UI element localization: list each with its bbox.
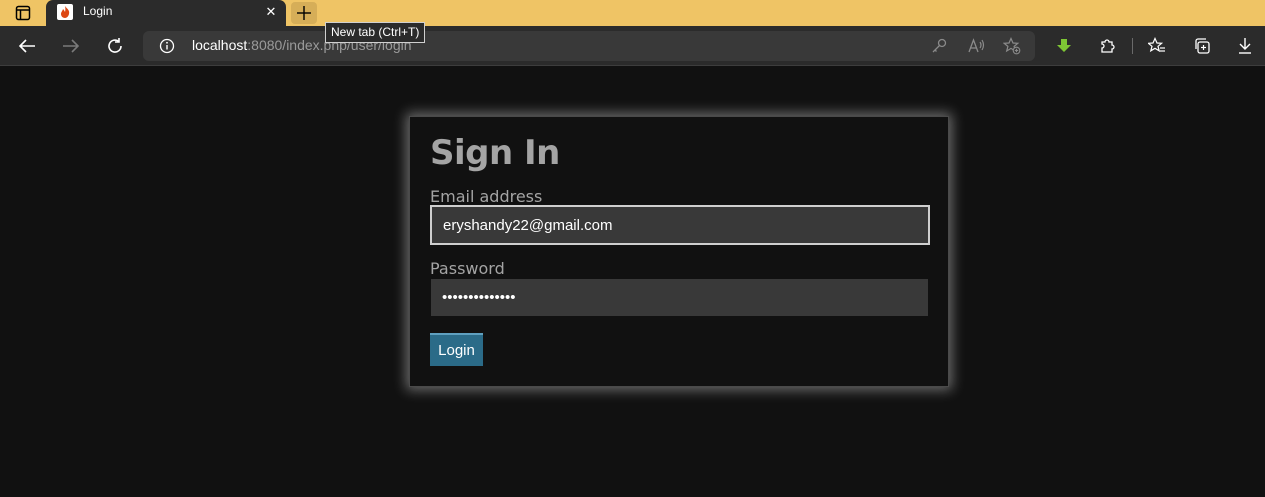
refresh-icon <box>108 38 122 53</box>
favorites-icon <box>1148 37 1165 53</box>
favorites-button[interactable] <box>1145 34 1169 58</box>
key-icon[interactable] <box>929 36 949 56</box>
refresh-button[interactable] <box>103 34 127 58</box>
download-arrow-icon <box>1057 39 1071 52</box>
star-plus-icon[interactable] <box>1002 36 1022 56</box>
new-tab-button[interactable] <box>291 2 317 24</box>
forward-button[interactable] <box>59 34 83 58</box>
collections-icon <box>1195 38 1210 54</box>
arrow-left-icon <box>18 39 35 53</box>
email-label: Email address <box>430 187 543 206</box>
page-title: Sign In <box>430 133 560 173</box>
browser-titlebar: Login ✕ <box>0 0 1265 26</box>
collections-button[interactable] <box>1190 34 1214 58</box>
login-card: Sign In Email address Password Login <box>409 116 949 387</box>
back-button[interactable] <box>15 34 39 58</box>
download-extension-button[interactable] <box>1052 34 1076 58</box>
read-aloud-icon[interactable] <box>967 36 987 56</box>
address-host: localhost <box>192 37 248 53</box>
downloads-button[interactable] <box>1233 34 1257 58</box>
password-field[interactable] <box>431 279 928 316</box>
tab-actions-button[interactable] <box>7 3 39 23</box>
password-label: Password <box>430 259 505 278</box>
new-tab-tooltip: New tab (Ctrl+T) <box>325 22 426 43</box>
puzzle-icon <box>1101 39 1115 53</box>
tab-title: Login <box>83 4 113 18</box>
browser-toolbar: localhost:8080/index.php/user/login <box>0 26 1265 66</box>
login-button[interactable]: Login <box>430 333 483 366</box>
toolbar-separator <box>1132 38 1133 54</box>
browser-tab[interactable]: Login ✕ <box>46 0 286 26</box>
email-field[interactable] <box>430 205 930 245</box>
extensions-button[interactable] <box>1096 34 1120 58</box>
codeigniter-flame-icon <box>57 4 73 20</box>
info-icon[interactable] <box>159 38 175 54</box>
close-icon[interactable]: ✕ <box>262 3 280 21</box>
download-icon <box>1239 38 1251 54</box>
plus-icon <box>297 6 311 20</box>
address-bar[interactable]: localhost:8080/index.php/user/login <box>143 31 1035 61</box>
tab-actions-icon <box>15 5 31 21</box>
arrow-right-icon <box>63 39 80 53</box>
